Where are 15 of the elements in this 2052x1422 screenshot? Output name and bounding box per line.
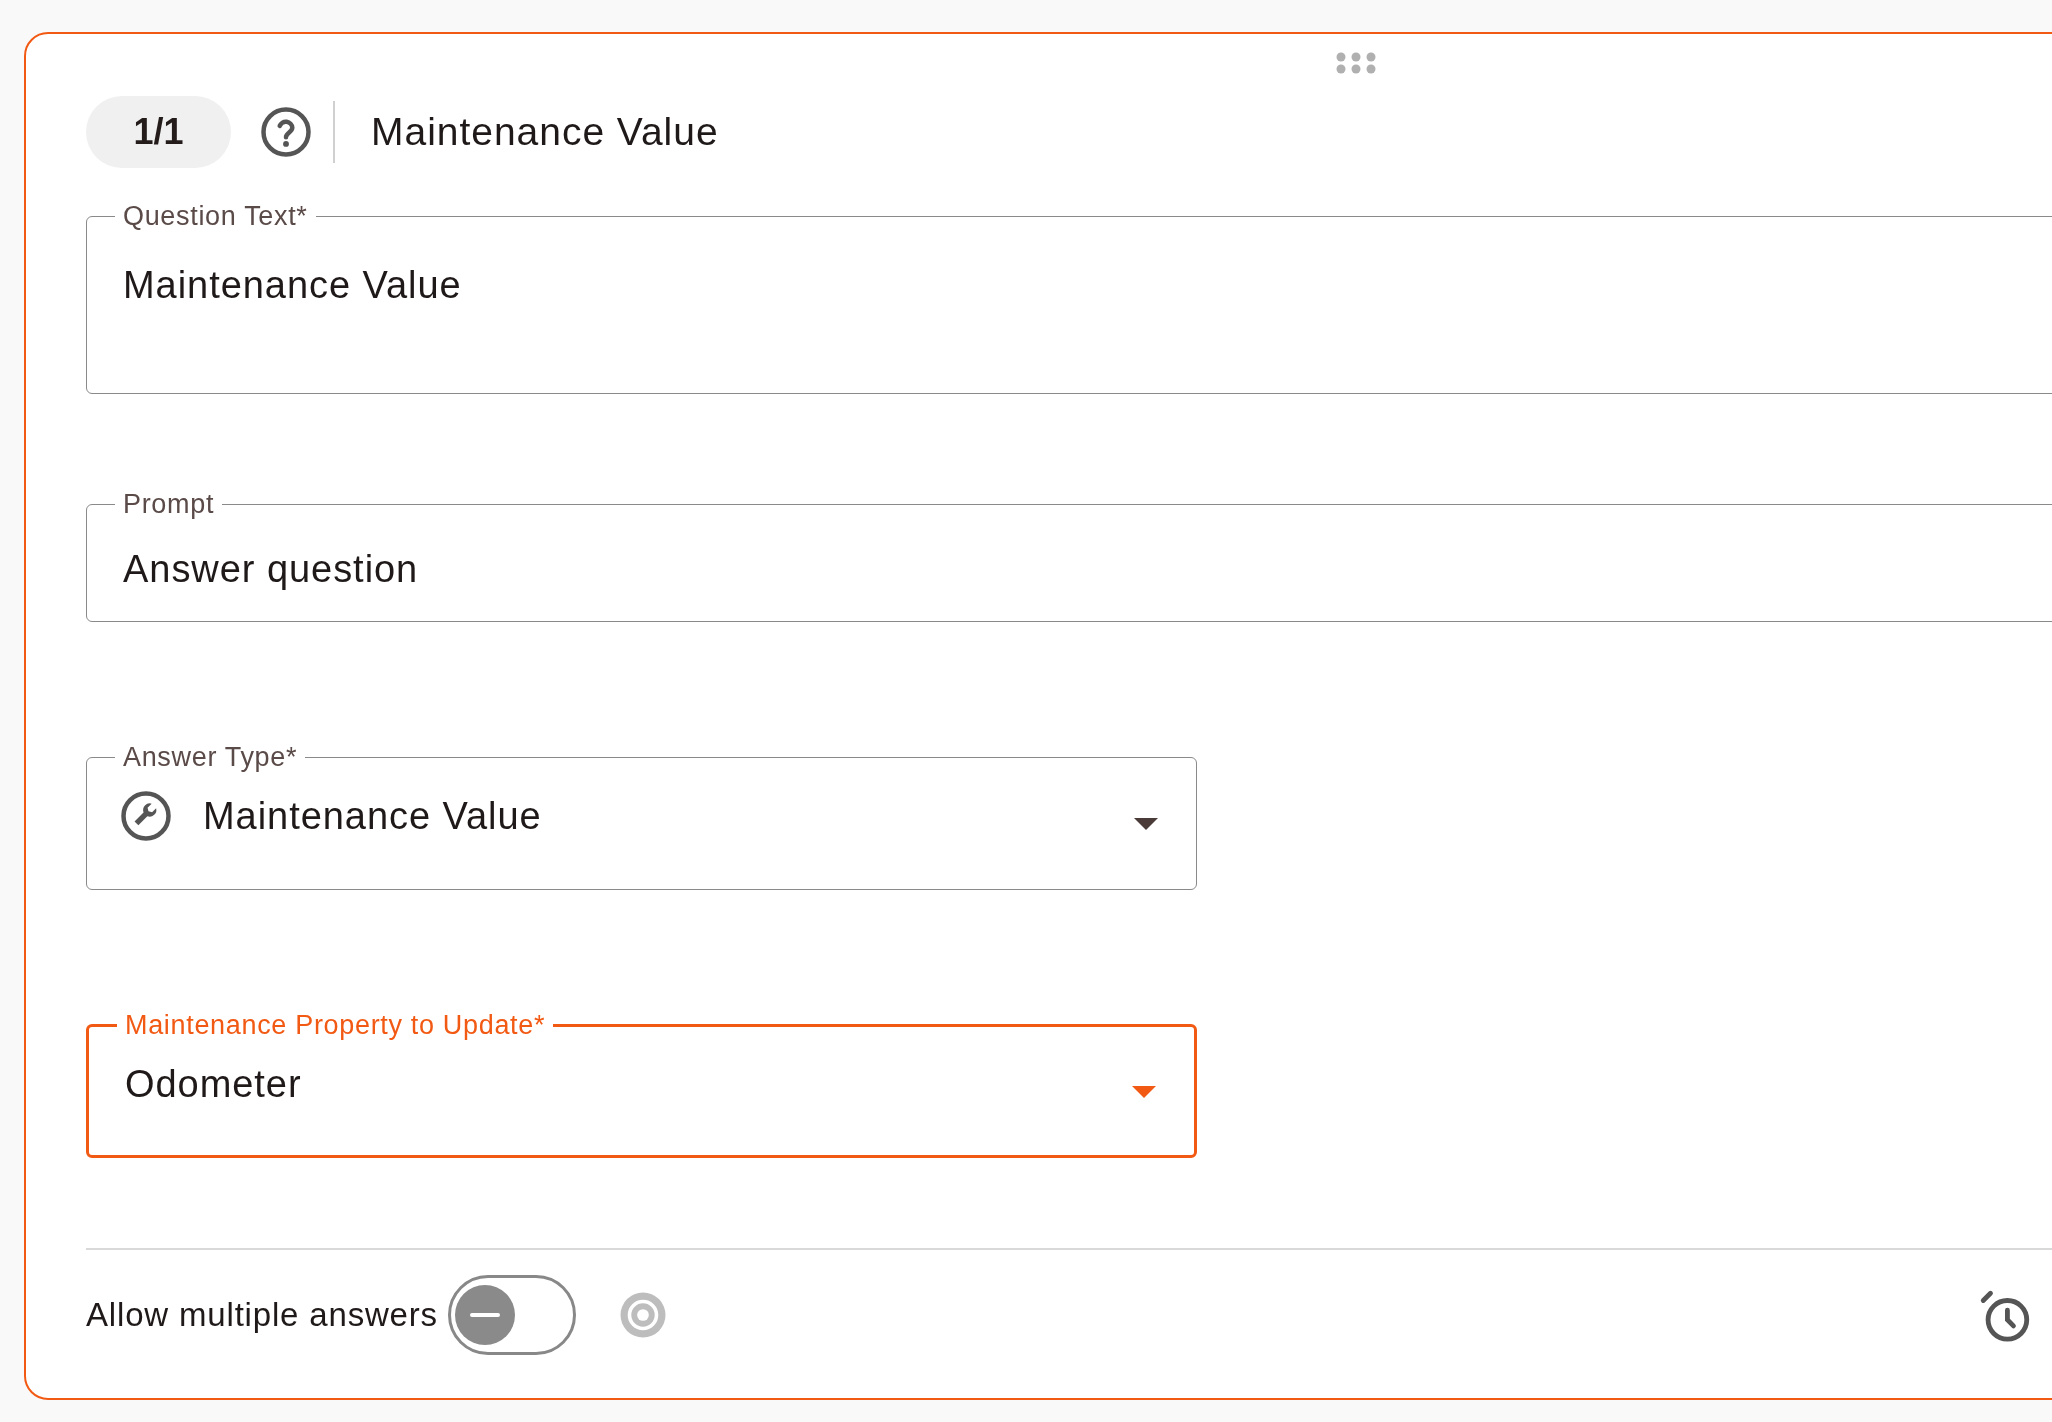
help-icon[interactable]: [259, 105, 313, 159]
dropdown-caret-icon[interactable]: [1134, 817, 1158, 830]
field-label: Prompt: [122, 488, 216, 521]
question-title: Maintenance Value: [371, 108, 719, 155]
toggle-label: Allow multiple answers: [86, 1295, 438, 1336]
field-value: Odometer: [125, 1061, 302, 1107]
field-label: Answer Type*: [122, 741, 299, 774]
drag-handle-icon[interactable]: [1336, 52, 1378, 74]
question-counter-badge: 1/1: [86, 96, 231, 168]
field-value: Maintenance Value: [203, 793, 542, 839]
wrench-icon: [119, 789, 173, 843]
field-value: Maintenance Value: [123, 262, 462, 308]
field-label: Question Text*: [122, 200, 309, 233]
field-label: Maintenance Property to Update*: [124, 1009, 547, 1042]
field-value: Answer question: [123, 546, 419, 592]
